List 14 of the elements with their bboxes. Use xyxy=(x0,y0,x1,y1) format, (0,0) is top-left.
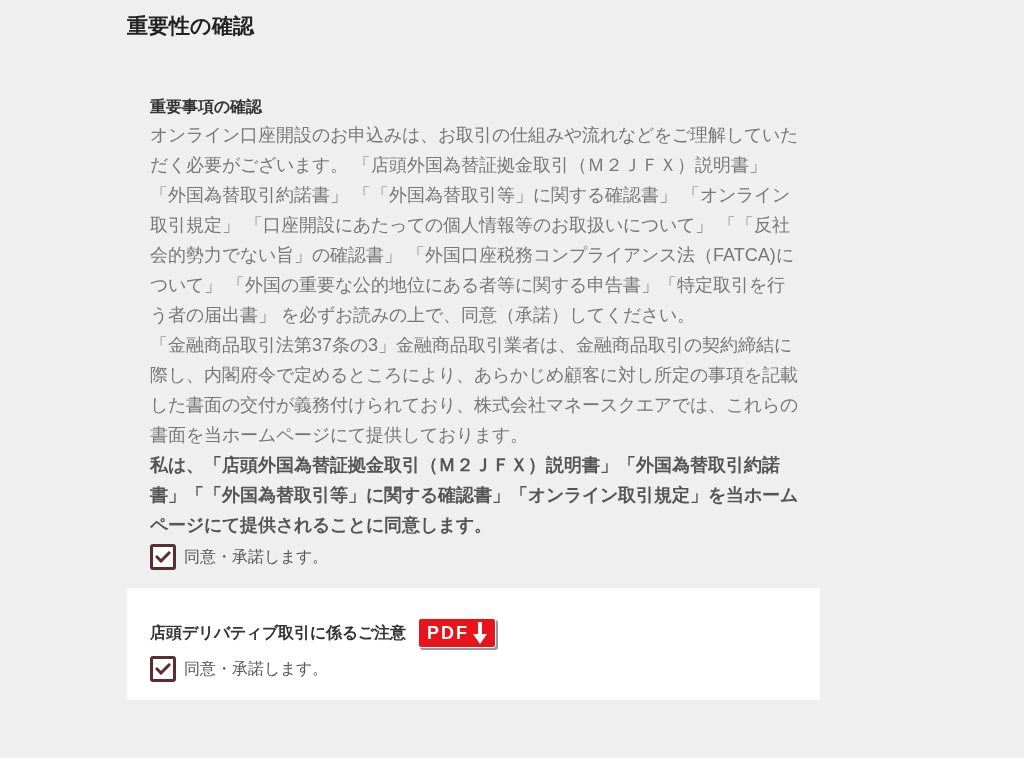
card-heading: 店頭デリバティブ取引に係るご注意 xyxy=(150,623,406,643)
page-title: 重要性の確認 xyxy=(127,13,256,39)
paragraph: 私は、「店頭外国為替証拠金取引（Ｍ２ＪＦＸ）説明書」「外国為替取引約諾書」「「外国為替取引等」に関する確認書」「オンライン取引規定」を当ホームページにて提供されることに同意します。 xyxy=(150,454,799,537)
down-arrow-icon xyxy=(473,622,487,644)
check-icon xyxy=(155,551,171,563)
pdf-download-button[interactable]: PDF xyxy=(418,618,496,648)
agree-label: 同意・承諾します。 xyxy=(184,547,328,567)
checkbox[interactable] xyxy=(150,656,176,682)
paragraph: オンライン口座開設のお申込みは、お取引の仕組みや流れなどをご理解していただく必要がございます。 「店頭外国為替証拠金取引（Ｍ２ＪＦＸ）説明書」「外国為替取引約諾書」 「「外国為替取引等」に関する確認書」 「オンライン取引規定」 「口座開設にあたっての個人情報等のお取扱いについて」 「「反社会的勢力でない旨」の確認書」 「外国口座税務コンプライアンス法（FATCA)について」 「外国の重要な公的地位にある者等に関する申告書」「特定取引を行う者の届出書」 を必ずお読みの上で、同意（承諾）してください。 xyxy=(150,124,799,327)
section-heading: 重要事項の確認 xyxy=(150,97,263,117)
agree-label: 同意・承諾します。 xyxy=(184,659,328,679)
paragraph: 「金融商品取引法第37条の3」金融商品取引業者は、金融商品取引の契約締結に際し、内閣府令で定めるところにより、あらかじめ顧客に対し所定の事項を記載した書面の交付が義務付けられており、株式会社マネースクエアでは、これらの書面を当ホームページにて提供しております。 xyxy=(150,334,799,447)
check-icon xyxy=(155,663,171,675)
checkbox[interactable] xyxy=(150,544,176,570)
